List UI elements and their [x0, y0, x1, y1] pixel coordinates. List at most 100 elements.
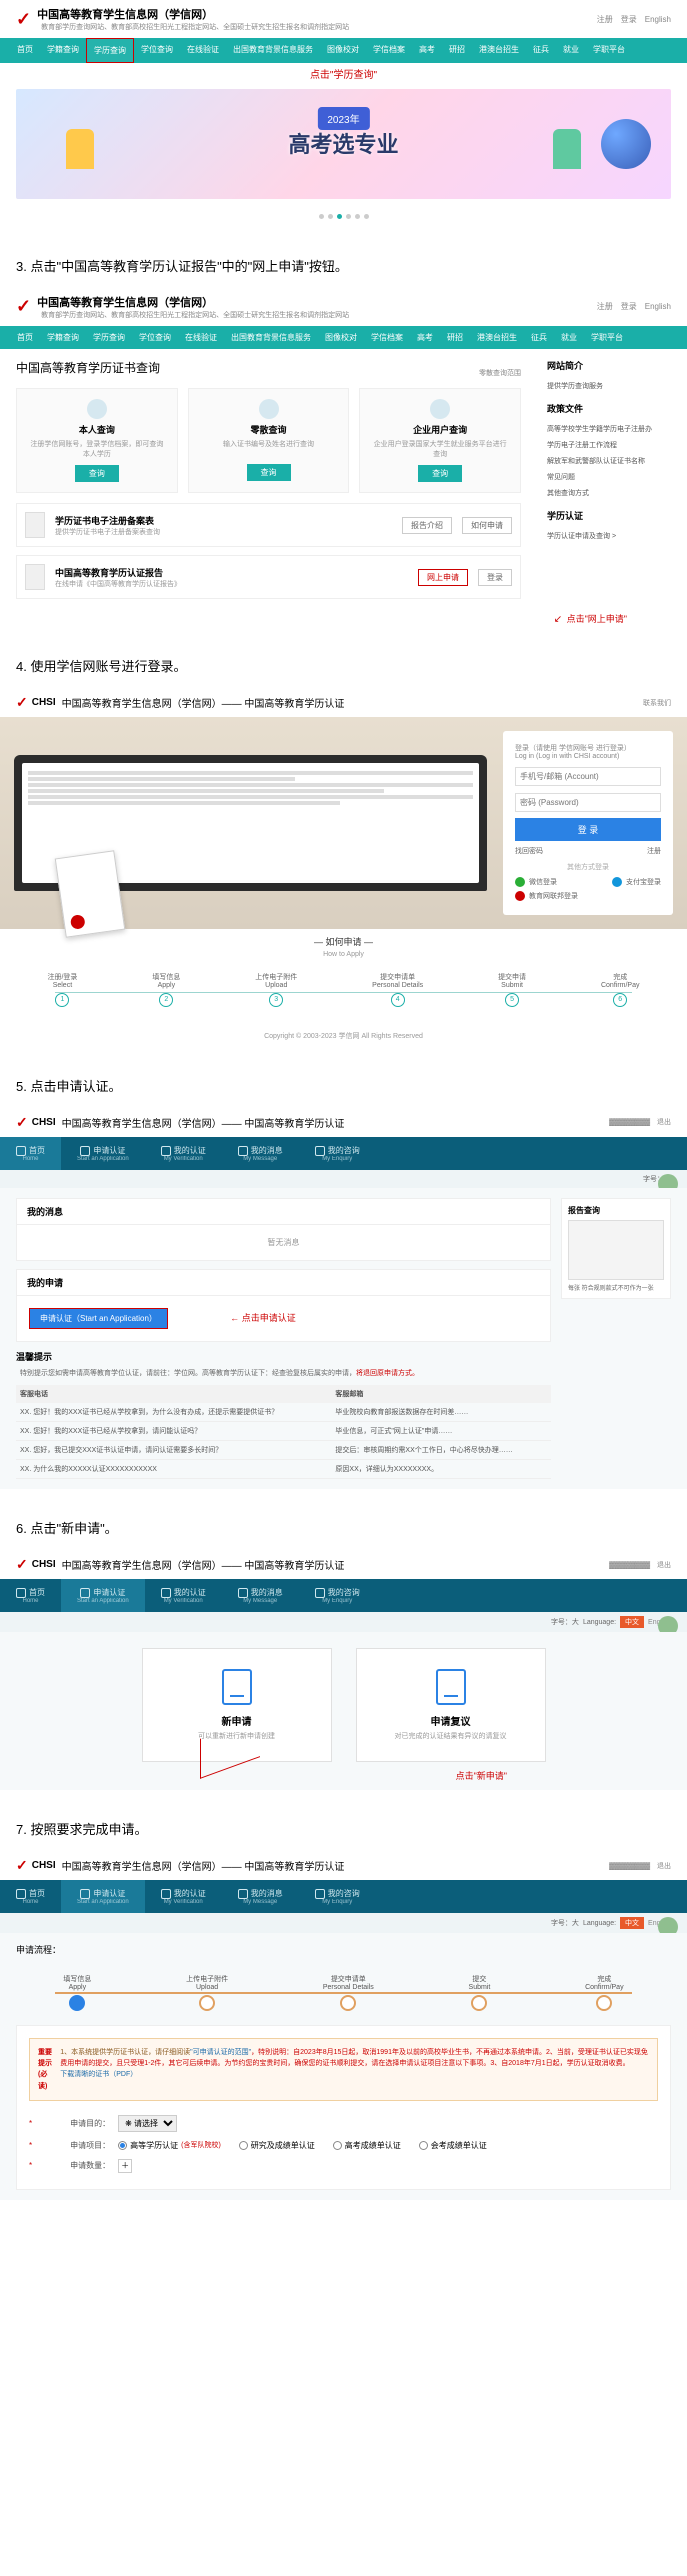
nav-item[interactable]: 学籍查询	[40, 326, 86, 349]
nav-home[interactable]: 首页Home	[0, 1880, 61, 1913]
wechat-login[interactable]: 微信登录支付宝登录	[515, 875, 661, 889]
sub-bar: 字号：大 Language: 中文 English	[0, 1913, 687, 1933]
nav-yanzhao[interactable]: 研招	[442, 38, 472, 63]
nav-item[interactable]: 就业	[554, 326, 584, 349]
register-link[interactable]: 注册	[647, 846, 661, 856]
password-input[interactable]	[515, 793, 661, 812]
fee-note[interactable]: 零散查询范围	[479, 368, 521, 378]
qty-plus-button[interactable]: ＋	[118, 2159, 132, 2173]
nav-my-message[interactable]: 我的消息My Message	[222, 1579, 299, 1612]
font-size-control[interactable]: 字号：大	[551, 1617, 579, 1627]
nav-home[interactable]: 首页Home	[0, 1137, 61, 1170]
howto-button[interactable]: 如何申请	[462, 517, 512, 534]
lang-cn-button[interactable]: 中文	[620, 1616, 644, 1628]
nav-my-verification[interactable]: 我的认证My Verification	[145, 1579, 222, 1612]
nav-apply[interactable]: 申请认证Start an Application	[61, 1579, 145, 1612]
nav-home[interactable]: 首页	[10, 38, 40, 63]
box-title: 中国高等教育学历认证报告	[55, 566, 408, 579]
nav-my-verification[interactable]: 我的认证My Verification	[145, 1880, 222, 1913]
nav-my-verification[interactable]: 我的认证My Verification	[145, 1137, 222, 1170]
nav-my-enquiry[interactable]: 我的咨询My Enquiry	[299, 1137, 376, 1170]
nav-home[interactable]: 首页Home	[0, 1579, 61, 1612]
nav-item[interactable]: 学位查询	[132, 326, 178, 349]
purpose-select[interactable]: ❋ 请选择	[118, 2115, 177, 2132]
appeal-card[interactable]: 申请复议 对已完成的认证结果有异议的请复议	[356, 1648, 546, 1762]
intro-button[interactable]: 报告介绍	[402, 517, 452, 534]
nav-abroad[interactable]: 出国教育背景信息服务	[226, 38, 320, 63]
radio-huikao[interactable]: 会考成绩单认证	[419, 2140, 487, 2151]
banner[interactable]: 2023年 高考选专业	[16, 89, 671, 199]
side-link[interactable]: 学历认证申请及查询 >	[547, 528, 677, 544]
step3-text: 3. 点击"中国高等教育学历认证报告"中的"网上申请"按钮。	[0, 247, 687, 288]
scope-link[interactable]: "可申请认证的范围"	[190, 2049, 251, 2056]
nav-image[interactable]: 图像校对	[320, 38, 366, 63]
top-links[interactable]: 注册 登录 English	[597, 14, 671, 25]
nav-jiuye[interactable]: 就业	[556, 38, 586, 63]
step-dot-active	[69, 1995, 85, 2011]
nav-apply[interactable]: 申请认证Start an Application	[61, 1137, 145, 1170]
new-application-card[interactable]: 新申请 可以重新进行新申请创建	[142, 1648, 332, 1762]
user-info[interactable]: ▓▓▓▓▓▓▓▓ 退出	[609, 1861, 671, 1871]
nav-xuewei[interactable]: 学位查询	[134, 38, 180, 63]
card-desc: 可以重新进行新申请创建	[153, 1731, 321, 1741]
query-button[interactable]: 查询	[75, 465, 119, 482]
nav-item[interactable]: 港澳台招生	[470, 326, 524, 349]
side-link[interactable]: 学历电子注册工作流程	[547, 437, 677, 453]
nav-verify[interactable]: 在线验证	[180, 38, 226, 63]
account-input[interactable]	[515, 767, 661, 786]
nav-xuezhi[interactable]: 学职平台	[586, 38, 632, 63]
side-link[interactable]: 提供学历查询服务	[547, 378, 677, 394]
query-title: 中国高等教育学历证书查询	[16, 359, 160, 376]
edu-icon	[515, 891, 525, 901]
nav-hkmo[interactable]: 港澳台招生	[472, 38, 526, 63]
forgot-link[interactable]: 找回密码	[515, 846, 543, 856]
field-label: 申请数量：	[40, 2160, 110, 2171]
nav-xueli-highlighted[interactable]: 学历查询	[86, 38, 134, 63]
contact-link[interactable]: 联系我们	[643, 698, 671, 708]
nav-xueji[interactable]: 学籍查询	[40, 38, 86, 63]
login-button[interactable]: 登录	[478, 569, 512, 586]
side-link[interactable]: 解放军和武警部队认证证书名称	[547, 453, 677, 469]
radio-xueli[interactable]: 高等学历认证(含军队院校)	[118, 2140, 221, 2151]
radio-gaokao[interactable]: 高考成绩单认证	[333, 2140, 401, 2151]
side-link[interactable]: 其他查询方式	[547, 485, 677, 501]
nav-item[interactable]: 征兵	[524, 326, 554, 349]
field-label: 申请项目：	[40, 2140, 110, 2151]
side-link[interactable]: 常见问题	[547, 469, 677, 485]
nav-item[interactable]: 在线验证	[178, 326, 224, 349]
sample-report-icon[interactable]	[568, 1220, 664, 1280]
nav-apply[interactable]: 申请认证Start an Application	[61, 1880, 145, 1913]
nav-my-enquiry[interactable]: 我的咨询My Enquiry	[299, 1579, 376, 1612]
pdf-link[interactable]: 下载清晰的证书（PDF）	[60, 2071, 137, 2078]
edu-login[interactable]: 教育网联邦登录	[515, 889, 661, 903]
top-links[interactable]: 注册 登录 English	[597, 301, 671, 312]
lang-cn-button[interactable]: 中文	[620, 1917, 644, 1929]
nav-item[interactable]: 出国教育背景信息服务	[224, 326, 318, 349]
nav-my-enquiry[interactable]: 我的咨询My Enquiry	[299, 1880, 376, 1913]
query-button[interactable]: 查询	[418, 465, 462, 482]
nav-zhengbing[interactable]: 征兵	[526, 38, 556, 63]
font-size-control[interactable]: 字号：大	[551, 1918, 579, 1928]
side-link[interactable]: 高等学校学生学籍学历电子注册办	[547, 421, 677, 437]
nav-gaokao[interactable]: 高考	[412, 38, 442, 63]
nav-item[interactable]: 首页	[10, 326, 40, 349]
nav-item[interactable]: 高考	[410, 326, 440, 349]
application-form: 重要提示 (必读) 1、本系统提供学历证书认证，请仔细阅读"可申请认证的范围"，…	[16, 2025, 671, 2190]
online-apply-button[interactable]: 网上申请	[418, 569, 468, 586]
nav-archive[interactable]: 学信档案	[366, 38, 412, 63]
site-title: 中国高等教育学生信息网（学信网）	[37, 294, 349, 310]
nav-my-message[interactable]: 我的消息My Message	[222, 1880, 299, 1913]
nav-item[interactable]: 学信档案	[364, 326, 410, 349]
query-button[interactable]: 查询	[247, 464, 291, 481]
nav-my-message[interactable]: 我的消息My Message	[222, 1137, 299, 1170]
start-application-button[interactable]: 申请认证（Start an Application）	[29, 1308, 168, 1329]
carousel-dots[interactable]	[0, 203, 687, 227]
nav-item[interactable]: 图像校对	[318, 326, 364, 349]
radio-transcript[interactable]: 研究及成绩单认证	[239, 2140, 315, 2151]
nav-item[interactable]: 研招	[440, 326, 470, 349]
user-info[interactable]: ▓▓▓▓▓▓▓▓ 退出	[609, 1117, 671, 1127]
nav-item[interactable]: 学职平台	[584, 326, 630, 349]
login-button[interactable]: 登 录	[515, 818, 661, 841]
user-info[interactable]: ▓▓▓▓▓▓▓▓ 退出	[609, 1560, 671, 1570]
nav-item[interactable]: 学历查询	[86, 326, 132, 349]
